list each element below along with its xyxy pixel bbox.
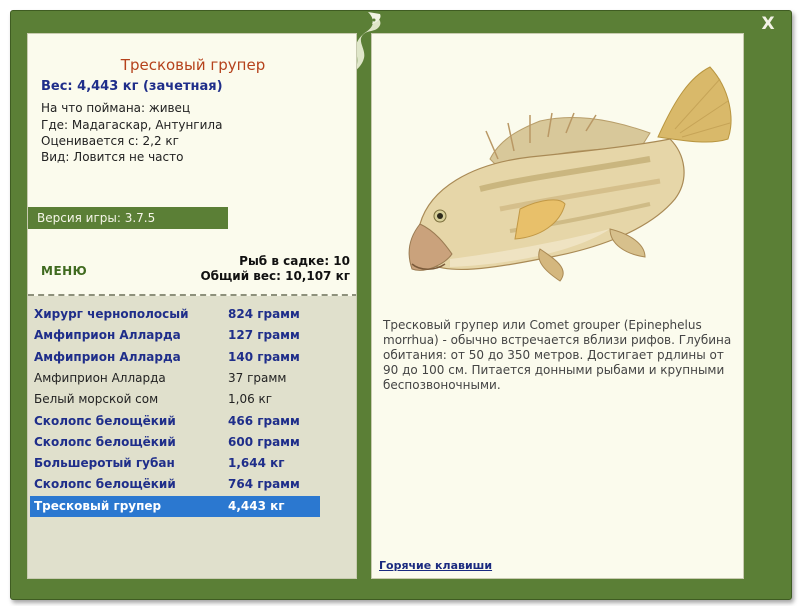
catch-list-item[interactable]: Сколопс белощёкий 466 грамм	[30, 411, 320, 432]
close-button[interactable]: X	[760, 15, 776, 33]
catch-fish-weight: 824 грамм	[228, 307, 300, 321]
catch-fish-weight: 4,443 кг	[228, 498, 285, 513]
hotkeys-link[interactable]: Горячие клавиши	[379, 559, 492, 572]
catch-fish-name: Амфиприон Алларда	[34, 328, 181, 343]
keepnet-stats: Рыб в садке: 10 Общий вес: 10,107 кг	[200, 254, 350, 284]
fish-description: Тресковый групер или Comet grouper (Epin…	[383, 318, 732, 392]
fish-detail-bait: На что поймана: живец	[41, 101, 191, 115]
catch-list-item[interactable]: Сколопс белощёкий 600 грамм	[30, 432, 320, 453]
catch-fish-name: Амфиприон Алларда	[34, 370, 166, 385]
catch-fish-weight: 1,06 кг	[228, 392, 273, 407]
fish-detail-rarity: Вид: Ловится не часто	[41, 150, 184, 164]
catch-fish-name: Амфиприон Алларда	[34, 349, 181, 364]
fish-detail-min-weight: Оценивается с: 2,2 кг	[41, 134, 179, 148]
catch-fish-name: Тресковый групер	[34, 498, 162, 513]
catch-fish-weight: 140 грамм	[228, 349, 300, 364]
catch-list-item[interactable]: Сколопс белощёкий 764 грамм	[30, 474, 320, 495]
catch-list-item[interactable]: Белый морской сом 1,06 кг	[30, 389, 320, 410]
catch-list-item[interactable]: Хирург чернополосый 824 грамм	[30, 304, 320, 325]
menu-button[interactable]: МЕНЮ	[41, 264, 87, 278]
fish-count: Рыб в садке: 10	[239, 254, 350, 268]
catch-fish-weight: 600 грамм	[228, 434, 300, 449]
catch-fish-name: Большеротый губан	[34, 456, 175, 471]
fish-weight: Вес: 4,443 кг (зачетная)	[41, 79, 223, 94]
catch-fish-name: Белый морской сом	[34, 392, 159, 407]
catch-list-item[interactable]: Большеротый губан 1,644 кг	[30, 453, 320, 474]
catch-list-item[interactable]: Амфиприон Алларда 140 грамм	[30, 347, 320, 368]
game-version: Версия игры: 3.7.5	[28, 207, 228, 229]
fish-detail-panel: Тресковый групер или Comet grouper (Epin…	[371, 33, 744, 579]
catch-list[interactable]: Хирург чернополосый 824 грамм Амфиприон Ал…	[28, 296, 356, 578]
fish-title: Тресковый групер	[120, 56, 266, 74]
catch-fish-weight: 466 грамм	[228, 413, 300, 428]
grouper-fish-image	[408, 66, 732, 282]
catch-fish-weight: 1,644 кг	[228, 456, 285, 471]
fish-detail-location: Где: Мадагаскар, Антунгила	[41, 118, 223, 132]
catch-fish-name: Сколопс белощёкий	[34, 477, 176, 492]
catch-fish-name: Хирург чернополосый	[34, 307, 189, 321]
catch-list-item[interactable]: Амфиприон Алларда 127 грамм	[30, 325, 320, 346]
catch-list-item[interactable]: Тресковый групер 4,443 кг	[30, 495, 320, 517]
fish-info-panel: Тресковый групер Вес: 4,443 кг (зачетная…	[27, 33, 357, 579]
catch-fish-name: Сколопс белощёкий	[34, 434, 176, 449]
catch-list-item[interactable]: Амфиприон Алларда 37 грамм	[30, 368, 320, 389]
catch-fish-weight: 764 грамм	[228, 477, 300, 492]
catch-fish-weight: 37 грамм	[228, 370, 287, 385]
catch-fish-name: Сколопс белощёкий	[34, 413, 176, 428]
total-weight: Общий вес: 10,107 кг	[200, 269, 350, 283]
catch-fish-weight: 127 грамм	[228, 328, 300, 343]
